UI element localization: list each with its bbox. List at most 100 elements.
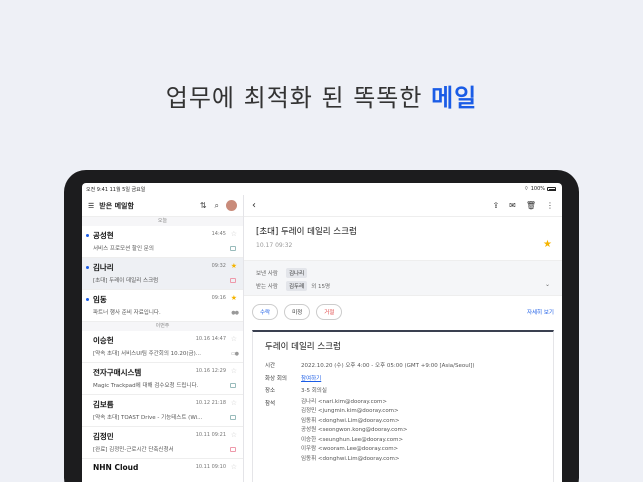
mail-snippet: 파트너 행사 준비 자료입니다. (93, 310, 161, 316)
mail-time: 14:45 (211, 231, 226, 237)
mail-subject: [초대] 두레이 데일리 스크럼 (256, 227, 357, 237)
star-icon[interactable]: ★ (231, 262, 237, 270)
event-place-row: 장소 3-5 회의실 (265, 385, 541, 398)
event-attendees-row: 참석 김나리 <nari.kim@dooray.com> 김정민 <jungmi… (265, 398, 541, 465)
event-title: 두레이 데일리 스크럼 (265, 342, 341, 352)
mail-item[interactable]: 이승헌 [약속 초대] 서비스UI팀 주간회의 10.20(금)... 10.1… (82, 331, 243, 363)
attendee: 이승한 <seunghun.Lee@dooray.com> (301, 436, 404, 443)
mail-item[interactable]: 김정민 [완료] 김정민-근로시간 단축신청서 10.11 09:21 ☆ (82, 427, 243, 459)
headline-accent: 메일 (431, 84, 478, 112)
unread-dot (86, 266, 89, 269)
avatar[interactable] (226, 200, 237, 211)
battery-level: 100% (530, 186, 545, 192)
star-icon[interactable]: ☆ (231, 230, 237, 238)
search-icon[interactable]: ⌕ (215, 201, 219, 211)
event-attendees-label: 참석 (265, 400, 276, 407)
mail-item[interactable]: 임동 파트너 행사 준비 자료입니다. 09:16 ★ ●● (82, 290, 243, 322)
status-bar: 오전 9:41 11월 5일 금요일 ⌔ 100% (82, 183, 562, 195)
mailbox-title: 받은 메일함 (99, 201, 134, 210)
event-time-label: 시간 (265, 363, 276, 369)
detail-toolbar: ‹ ⇪ ✉ 🗑 ⋮ (244, 195, 562, 217)
mail-item[interactable]: NHN Cloud 10.11 09:10 ☆ (82, 459, 243, 482)
attendee: 공성원 <seongwon.kong@dooray.com> (301, 427, 408, 434)
join-link[interactable]: 참여하기 (301, 373, 321, 386)
mail-snippet: [약속 초대] 서비스UI팀 주간회의 10.20(금)... (93, 351, 201, 357)
attendee: 임동휘 <donghwi.Lim@dooray.com> (301, 417, 400, 424)
mail-item[interactable]: 김보름 [약속 초대] TOAST Drive - 기능테스트 (Wi... 1… (82, 395, 243, 427)
mail-item[interactable]: 공성현 서비스 프로모션 할인 문의 14:45 ☆ (82, 226, 243, 258)
to-chip[interactable]: 김두레 (286, 280, 308, 291)
mail-time: 10.11 09:21 (195, 432, 226, 438)
wifi-icon: ⌔ (524, 186, 529, 192)
mail-time: 10.12 21:18 (195, 400, 226, 406)
decline-button[interactable]: 거절 (316, 304, 343, 320)
mail-detail-pane: ‹ ⇪ ✉ 🗑 ⋮ [초대] 두레이 데일리 스크럼 10.17 09:32 ★… (244, 195, 562, 482)
calendar-tag-icon (230, 246, 236, 251)
group-label-week: 이번주 (82, 322, 243, 331)
headline-text: 업무에 최적화 된 똑똑한 (165, 84, 423, 112)
menu-icon[interactable]: ☰ (88, 202, 94, 210)
sort-icon[interactable]: ⇅ (200, 201, 207, 210)
tablet-screen: 오전 9:41 11월 5일 금요일 ⌔ 100% ☰ 받은 메일함 ⇅ ⌕ 오… (82, 183, 562, 482)
accept-button[interactable]: 수락 (252, 304, 279, 320)
rsvp-actions: 수락 미정 거절 자세히 보기 (244, 296, 562, 328)
calendar-tag-icon (230, 383, 236, 388)
star-icon[interactable]: ☆ (231, 431, 237, 439)
group-label-today: 오늘 (82, 217, 243, 226)
star-icon[interactable]: ☆ (231, 335, 237, 343)
star-icon[interactable]: ★ (231, 294, 237, 302)
calendar-tag-icon (230, 278, 236, 283)
event-time-row: 시간 2022.10.20 (수) 오후 4:00 - 오후 05:00 (GM… (265, 360, 541, 373)
attendee: 김정민 <jungmin.kim@dooray.com> (301, 408, 399, 415)
mail-snippet: [약속 초대] TOAST Drive - 기능테스트 (Wi... (93, 415, 203, 421)
star-icon[interactable]: ☆ (231, 399, 237, 407)
mail-time: 10.16 12:29 (195, 368, 226, 374)
event-place-label: 장소 (265, 388, 276, 394)
mail-date: 10.17 09:32 (256, 242, 293, 249)
unread-dot (86, 298, 89, 301)
tentative-button[interactable]: 미정 (284, 304, 311, 320)
chevron-down-icon[interactable]: ⌄ (545, 281, 550, 288)
mark-read-icon[interactable]: ✉ (509, 201, 516, 210)
to-row: 받는 사람 김두레 외 15명 (256, 279, 550, 292)
view-detail-link[interactable]: 자세히 보기 (527, 308, 554, 316)
label-dots-icon: ●● (231, 310, 239, 316)
mail-item[interactable]: 전자구매시스템 Magic Trackpad에 대해 검수요청 드립니다. 10… (82, 363, 243, 395)
more-icon[interactable]: ⋮ (546, 201, 554, 210)
to-label: 받는 사람 (256, 283, 278, 290)
mail-time: 09:32 (211, 263, 226, 269)
event-video-row: 화상 회의 참여하기 (265, 373, 541, 386)
event-video-label: 화상 회의 (265, 375, 287, 382)
star-icon[interactable]: ☆ (231, 463, 237, 471)
mail-item-selected[interactable]: 김나리 [초대] 두레이 데일리 스크럼 09:32 ★ (82, 258, 243, 290)
attendee-list: 김나리 <nari.kim@dooray.com> 김정민 <jungmin.k… (301, 398, 407, 465)
mail-recipients: 보낸 사람 김나리 받는 사람 김두레 외 15명 ⌄ (244, 260, 562, 296)
headline: 업무에 최적화 된 똑똑한 메일 (0, 78, 643, 113)
attendee: 김나리 <nari.kim@dooray.com> (301, 398, 387, 405)
star-icon[interactable]: ★ (543, 239, 552, 250)
trash-icon[interactable]: 🗑 (526, 201, 536, 210)
from-chip[interactable]: 김나리 (286, 267, 308, 278)
mail-snippet: 서비스 프로모션 할인 문의 (93, 246, 154, 252)
status-time: 오전 9:41 11월 5일 금요일 (86, 186, 146, 193)
mail-time: 10.11 09:10 (195, 464, 226, 470)
mail-snippet: [완료] 김정민-근로시간 단축신청서 (93, 447, 174, 453)
back-icon[interactable]: ‹ (252, 200, 482, 211)
share-icon[interactable]: ⇪ (492, 201, 499, 210)
star-icon[interactable]: ☆ (231, 367, 237, 375)
event-place: 3-5 회의실 (301, 388, 327, 394)
mail-snippet: Magic Trackpad에 대해 검수요청 드립니다. (93, 383, 199, 389)
label-dots-icon: ▭● (230, 351, 239, 357)
event-time: 2022.10.20 (수) 오후 4:00 - 오후 05:00 (GMT +… (301, 363, 475, 369)
mail-snippet: [초대] 두레이 데일리 스크럼 (93, 278, 159, 284)
to-more[interactable]: 외 15명 (311, 282, 330, 290)
mail-subject-block: [초대] 두레이 데일리 스크럼 10.17 09:32 ★ (244, 217, 562, 260)
attendee: 임동휘 <donghwi.Lim@dooray.com> (301, 456, 400, 463)
unread-dot (86, 234, 89, 237)
calendar-tag-icon (230, 415, 236, 420)
from-row: 보낸 사람 김나리 (256, 266, 550, 279)
from-label: 보낸 사람 (256, 270, 278, 277)
mail-list-header: ☰ 받은 메일함 ⇅ ⌕ (82, 195, 243, 217)
battery-icon (547, 187, 556, 191)
calendar-tag-icon (230, 447, 236, 452)
